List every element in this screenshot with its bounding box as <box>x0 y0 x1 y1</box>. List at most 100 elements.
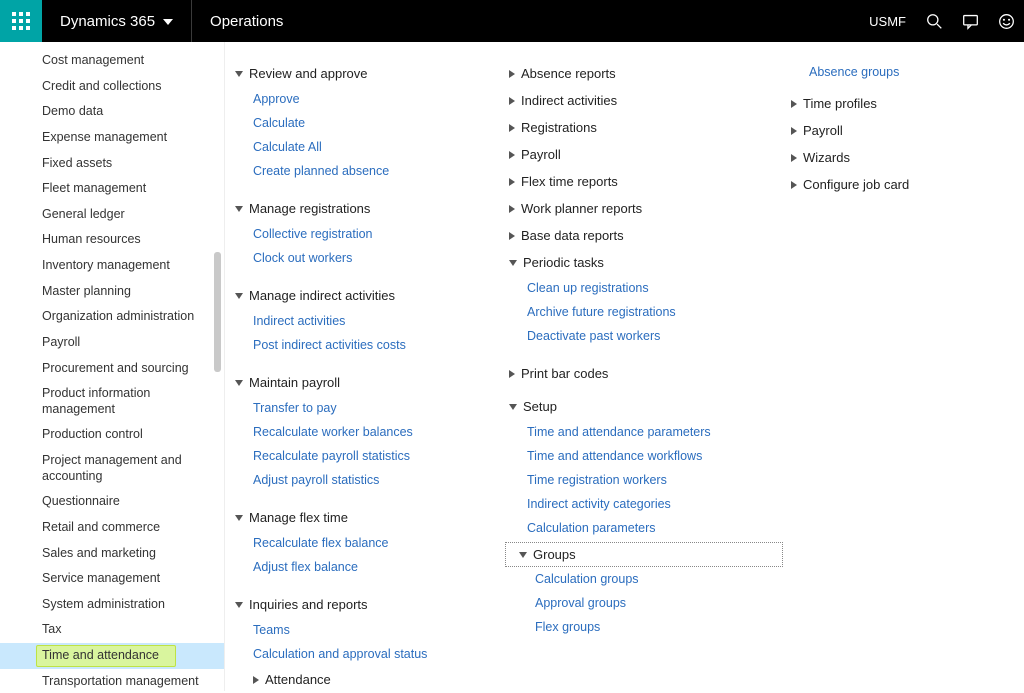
link-adjust-flex-balance[interactable]: Adjust flex balance <box>231 555 501 579</box>
module-item-time-and-attendance[interactable]: Time and attendance <box>0 643 224 669</box>
section-setup: Setup Time and attendance parametersTime… <box>505 393 783 639</box>
module-label: Project management and accounting <box>42 453 182 483</box>
module-item-inventory-management[interactable]: Inventory management <box>0 253 224 279</box>
section-header-manage-indirect-activities[interactable]: Manage indirect activities <box>231 282 501 309</box>
brand-dropdown[interactable]: Dynamics 365 <box>42 0 192 42</box>
module-item-fixed-assets[interactable]: Fixed assets <box>0 151 224 177</box>
section-title: Manage registrations <box>249 201 370 216</box>
link-time-registration-workers[interactable]: Time registration workers <box>505 468 783 492</box>
link-calculation-and-approval-status[interactable]: Calculation and approval status <box>231 642 501 666</box>
triangle-right-icon <box>509 232 515 240</box>
link-approval-groups[interactable]: Approval groups <box>505 591 783 615</box>
module-label: Fleet management <box>42 181 146 195</box>
section-header-base-data-reports[interactable]: Base data reports <box>505 222 783 249</box>
feedback-button[interactable] <box>988 0 1024 42</box>
section-review-and-approve: Review and approveApproveCalculateCalcul… <box>231 60 501 183</box>
chat-icon <box>962 13 979 30</box>
subsection-header-groups[interactable]: Groups <box>505 542 783 567</box>
link-indirect-activity-categories[interactable]: Indirect activity categories <box>505 492 783 516</box>
link-time-and-attendance-workflows[interactable]: Time and attendance workflows <box>505 444 783 468</box>
section-header-maintain-payroll[interactable]: Maintain payroll <box>231 369 501 396</box>
module-label: Sales and marketing <box>42 546 156 560</box>
section-title: Setup <box>523 399 557 414</box>
section-header-manage-registrations[interactable]: Manage registrations <box>231 195 501 222</box>
link-approve[interactable]: Approve <box>231 87 501 111</box>
module-item-product-information-management[interactable]: Product information management <box>0 381 224 422</box>
module-item-master-planning[interactable]: Master planning <box>0 279 224 305</box>
modules-scrollbar[interactable] <box>213 42 222 691</box>
link-calculate-all[interactable]: Calculate All <box>231 135 501 159</box>
module-item-credit-and-collections[interactable]: Credit and collections <box>0 74 224 100</box>
section-header-payroll[interactable]: Payroll <box>505 141 783 168</box>
link-create-planned-absence[interactable]: Create planned absence <box>231 159 501 183</box>
link-indirect-activities[interactable]: Indirect activities <box>231 309 501 333</box>
link-teams[interactable]: Teams <box>231 618 501 642</box>
messages-button[interactable] <box>952 0 988 42</box>
section-header-flex-time-reports[interactable]: Flex time reports <box>505 168 783 195</box>
module-item-production-control[interactable]: Production control <box>0 422 224 448</box>
section-header-configure-job-card[interactable]: Configure job card <box>787 171 1002 198</box>
section-header-payroll[interactable]: Payroll <box>787 117 1002 144</box>
link-clean-up-registrations[interactable]: Clean up registrations <box>505 276 783 300</box>
link-deactivate-past-workers[interactable]: Deactivate past workers <box>505 324 783 348</box>
link-calculation-parameters[interactable]: Calculation parameters <box>505 516 783 540</box>
link-adjust-payroll-statistics[interactable]: Adjust payroll statistics <box>231 468 501 492</box>
module-title: Operations <box>192 13 301 30</box>
module-item-demo-data[interactable]: Demo data <box>0 99 224 125</box>
module-item-payroll[interactable]: Payroll <box>0 330 224 356</box>
link-flex-groups[interactable]: Flex groups <box>505 615 783 639</box>
link-post-indirect-activities-costs[interactable]: Post indirect activities costs <box>231 333 501 357</box>
section-title: Absence reports <box>521 66 616 81</box>
section-header-print-bar-codes[interactable]: Print bar codes <box>505 360 783 387</box>
module-item-fleet-management[interactable]: Fleet management <box>0 176 224 202</box>
module-item-tax[interactable]: Tax <box>0 617 224 643</box>
module-item-questionnaire[interactable]: Questionnaire <box>0 489 224 515</box>
scrollbar-thumb[interactable] <box>214 252 221 372</box>
module-item-service-management[interactable]: Service management <box>0 566 224 592</box>
section-header-wizards[interactable]: Wizards <box>787 144 1002 171</box>
module-item-system-administration[interactable]: System administration <box>0 592 224 618</box>
section-header-manage-flex-time[interactable]: Manage flex time <box>231 504 501 531</box>
link-clock-out-workers[interactable]: Clock out workers <box>231 246 501 270</box>
link-transfer-to-pay[interactable]: Transfer to pay <box>231 396 501 420</box>
link-recalculate-worker-balances[interactable]: Recalculate worker balances <box>231 420 501 444</box>
section-header-absence-reports[interactable]: Absence reports <box>505 60 783 87</box>
triangle-right-icon <box>509 124 515 132</box>
module-item-procurement-and-sourcing[interactable]: Procurement and sourcing <box>0 356 224 382</box>
module-label: Master planning <box>42 284 131 298</box>
module-item-project-management-and-accounting[interactable]: Project management and accounting <box>0 448 224 489</box>
section-header-work-planner-reports[interactable]: Work planner reports <box>505 195 783 222</box>
link-time-and-attendance-parameters[interactable]: Time and attendance parameters <box>505 420 783 444</box>
module-label: Retail and commerce <box>42 520 160 534</box>
company-label[interactable]: USMF <box>859 14 916 29</box>
module-item-general-ledger[interactable]: General ledger <box>0 202 224 228</box>
module-item-human-resources[interactable]: Human resources <box>0 227 224 253</box>
section-header-inquiries-and-reports[interactable]: Inquiries and reports <box>231 591 501 618</box>
module-item-retail-and-commerce[interactable]: Retail and commerce <box>0 515 224 541</box>
section-inquiries-and-reports: Inquiries and reportsTeamsCalculation an… <box>231 591 501 693</box>
link-collective-registration[interactable]: Collective registration <box>231 222 501 246</box>
module-item-sales-and-marketing[interactable]: Sales and marketing <box>0 541 224 567</box>
section-manage-registrations: Manage registrations Collective registrat… <box>231 195 501 270</box>
link-absence-groups[interactable]: Absence groups <box>787 60 1002 84</box>
search-button[interactable] <box>916 0 952 42</box>
module-item-expense-management[interactable]: Expense management <box>0 125 224 151</box>
module-item-organization-administration[interactable]: Organization administration <box>0 304 224 330</box>
link-calculate[interactable]: Calculate <box>231 111 501 135</box>
app-launcher-button[interactable] <box>0 0 42 42</box>
link-calculation-groups[interactable]: Calculation groups <box>505 567 783 591</box>
section-header-periodic-tasks[interactable]: Periodic tasks <box>505 249 783 276</box>
triangle-right-icon <box>509 70 515 78</box>
link-recalculate-payroll-statistics[interactable]: Recalculate payroll statistics <box>231 444 501 468</box>
section-header-time-profiles[interactable]: Time profiles <box>787 90 1002 117</box>
module-item-transportation-management[interactable]: Transportation management <box>0 669 224 691</box>
section-header-indirect-activities[interactable]: Indirect activities <box>505 87 783 114</box>
module-item-cost-management[interactable]: Cost management <box>0 48 224 74</box>
section-header-setup[interactable]: Setup <box>505 393 783 420</box>
link-recalculate-flex-balance[interactable]: Recalculate flex balance <box>231 531 501 555</box>
modules-panel: Cost managementCredit and collectionsDem… <box>0 42 225 691</box>
section-header-review-and-approve[interactable]: Review and approve <box>231 60 501 87</box>
link-archive-future-registrations[interactable]: Archive future registrations <box>505 300 783 324</box>
section-header-registrations[interactable]: Registrations <box>505 114 783 141</box>
subsection-header-attendance[interactable]: Attendance <box>231 666 501 693</box>
